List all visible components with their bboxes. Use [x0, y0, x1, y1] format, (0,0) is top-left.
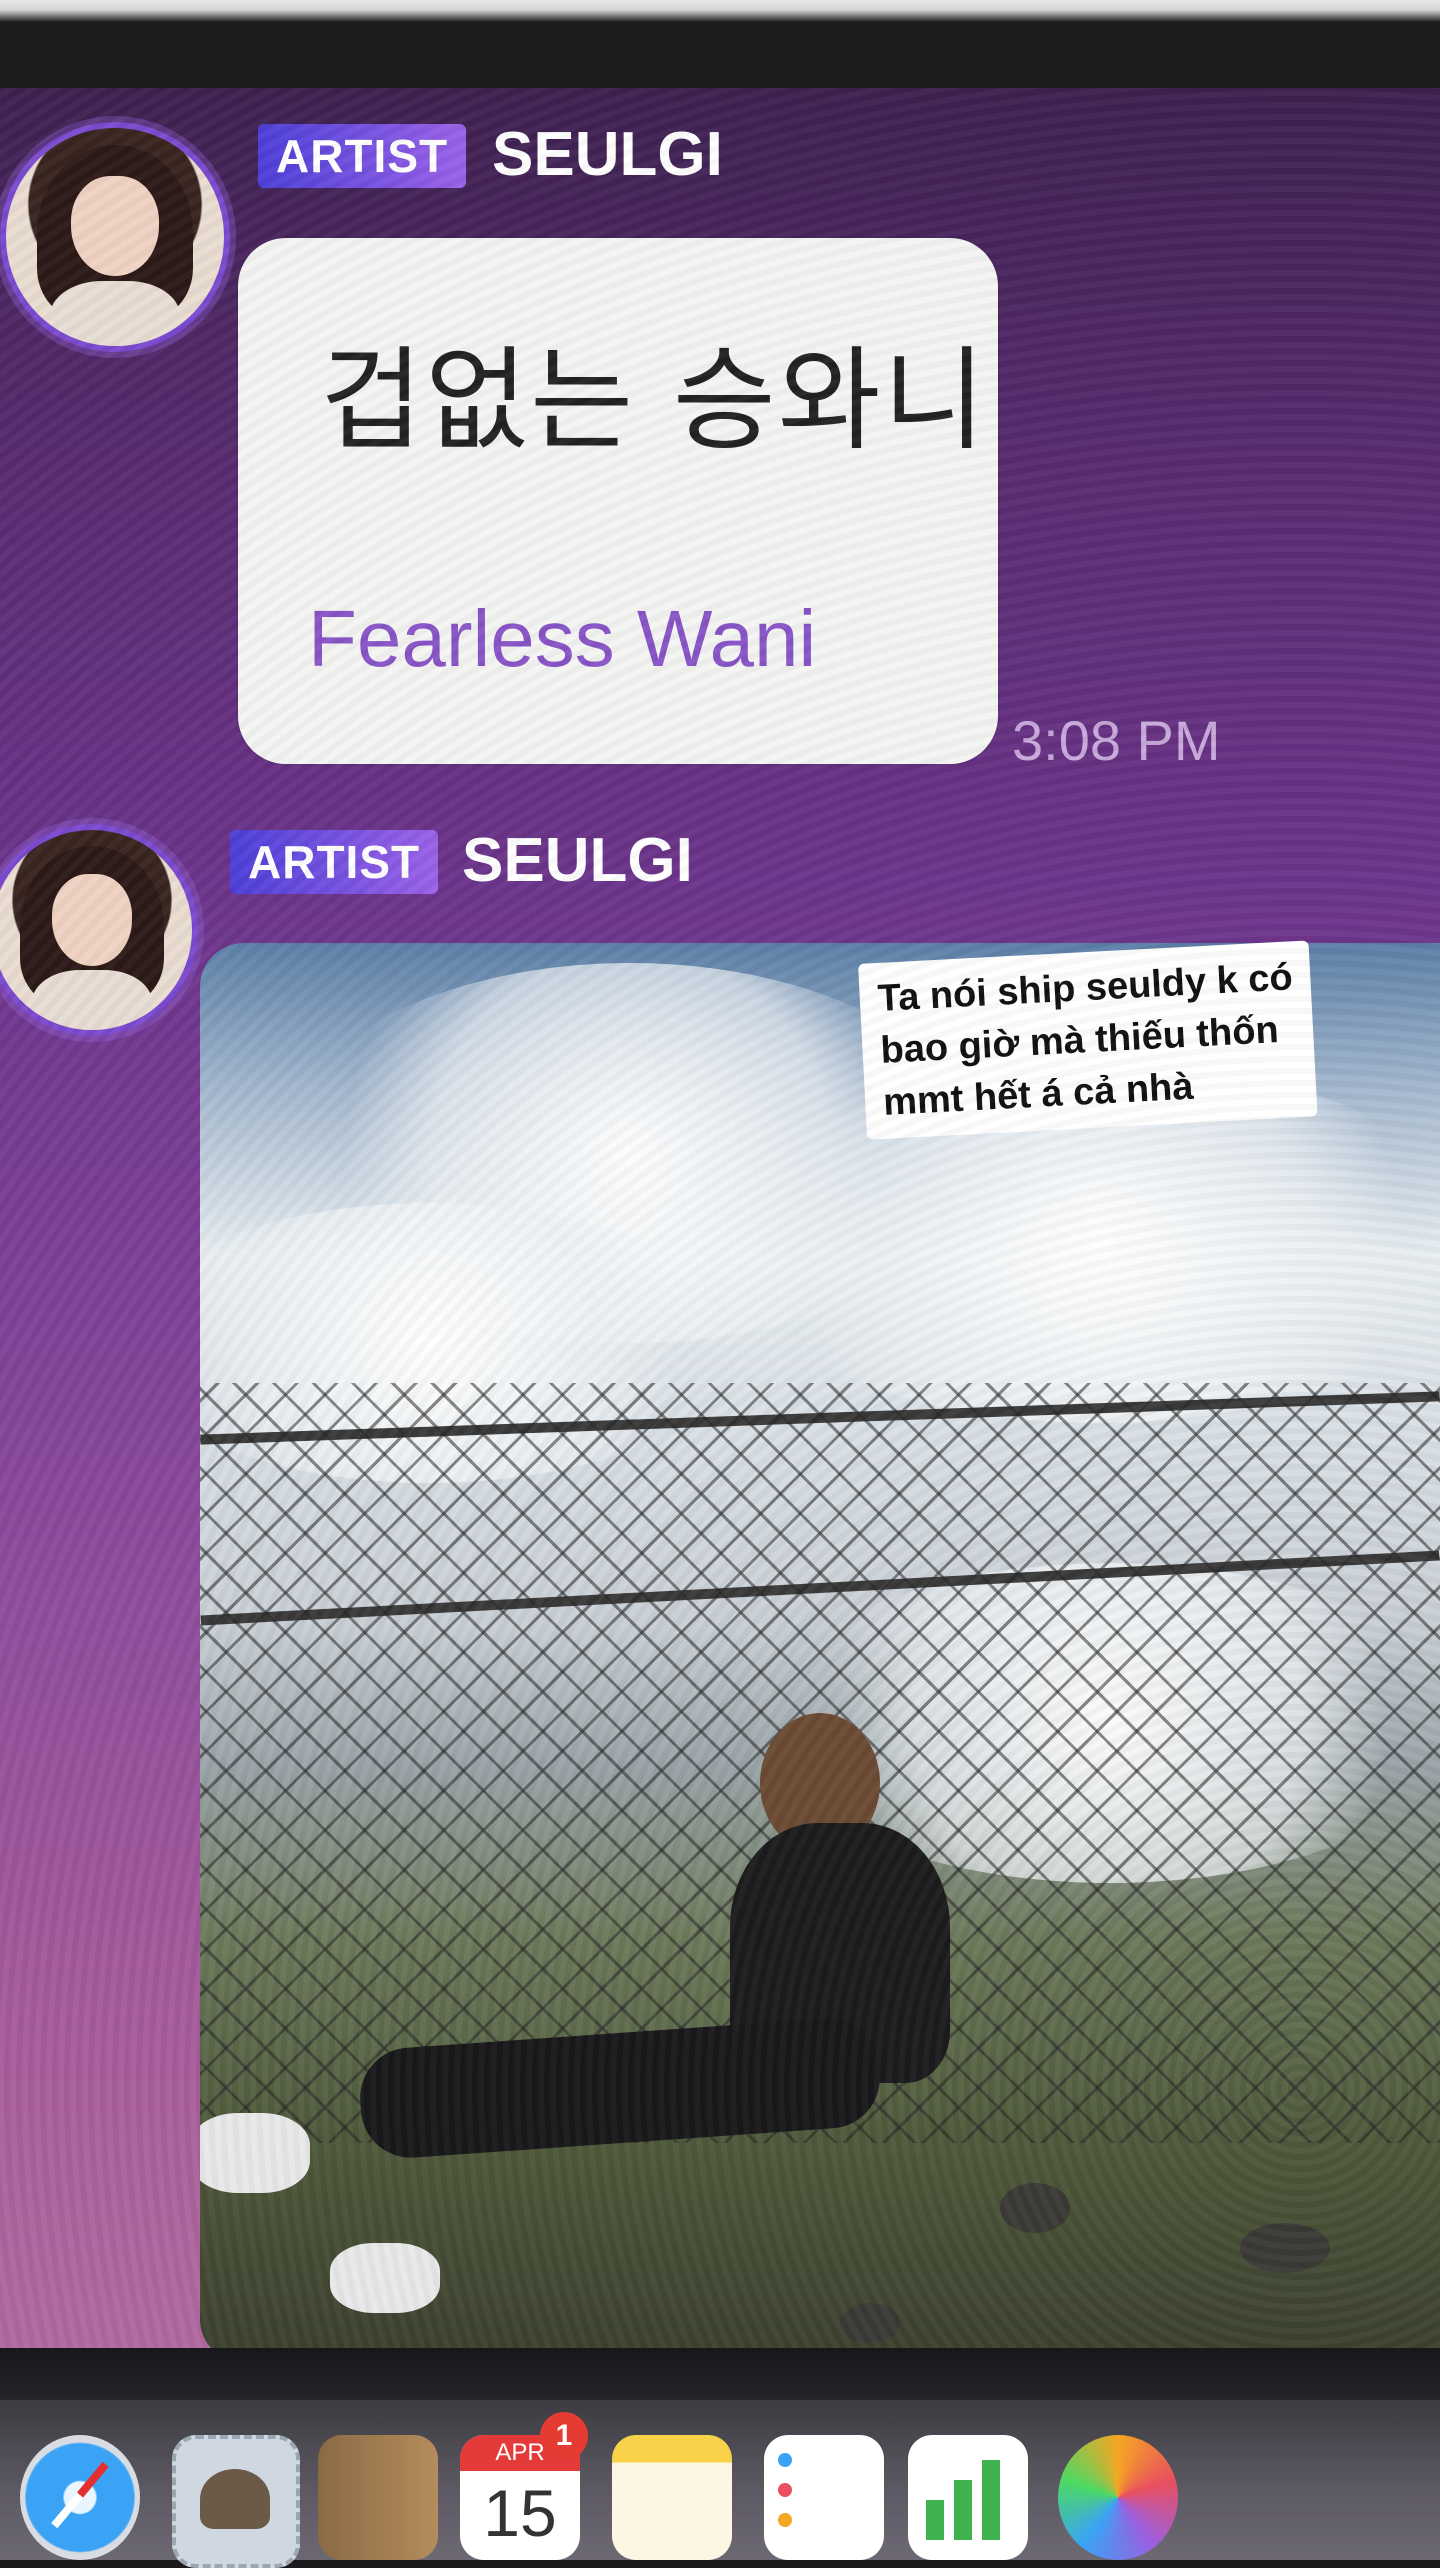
photo-person [356, 1713, 1020, 2213]
avatar-body [49, 280, 181, 346]
chat-screen: ARTIST SEULGI 겁없는 승와니 Fearless Wani 3:08… [0, 88, 1440, 2348]
sender-avatar[interactable] [0, 122, 230, 352]
photo-shoe [200, 2113, 310, 2193]
message-bubble[interactable]: 겁없는 승와니 Fearless Wani [238, 238, 998, 764]
reminder-dot [778, 2513, 792, 2527]
avatar-face [52, 874, 132, 966]
numbers-bar [954, 2480, 972, 2540]
photo-rock [1000, 2183, 1070, 2233]
sender-avatar[interactable] [0, 824, 198, 1036]
preview-icon[interactable] [172, 2435, 300, 2568]
reminder-dot [778, 2453, 792, 2467]
books-icon[interactable] [318, 2435, 438, 2560]
message-photo[interactable] [200, 943, 1440, 2348]
story-caption-overlay: Ta nói ship seuldy k có bao giờ mà thiếu… [858, 940, 1318, 1140]
reminders-icon[interactable] [764, 2435, 884, 2560]
message-translation: Fearless Wani [308, 594, 817, 683]
preview-bird [200, 2469, 270, 2529]
artist-badge: ARTIST [230, 830, 439, 894]
avatar-face [71, 175, 159, 277]
notes-icon[interactable] [612, 2435, 732, 2560]
avatar-body [32, 970, 152, 1030]
photos-icon[interactable] [1058, 2435, 1178, 2560]
safari-icon[interactable] [20, 2435, 140, 2560]
sender-name[interactable]: SEULGI [492, 120, 723, 190]
calendar-day: 15 [483, 2476, 557, 2550]
message-timestamp: 3:08 PM [1012, 709, 1221, 772]
artist-badge: ARTIST [258, 124, 467, 188]
calendar-notification-badge: 1 [540, 2412, 588, 2460]
numbers-bar [982, 2460, 1000, 2540]
sender-name[interactable]: SEULGI [462, 826, 693, 896]
message-text: 겁없는 승와니 [320, 336, 988, 466]
numbers-icon[interactable] [908, 2435, 1028, 2560]
photo-shoe [330, 2243, 440, 2313]
compass-needle [51, 2461, 109, 2529]
photo-rock [1240, 2223, 1330, 2273]
reminder-dot [778, 2483, 792, 2497]
numbers-bar [926, 2500, 944, 2540]
photo-rock [840, 2303, 900, 2343]
monitor-bezel-top [0, 0, 1440, 95]
